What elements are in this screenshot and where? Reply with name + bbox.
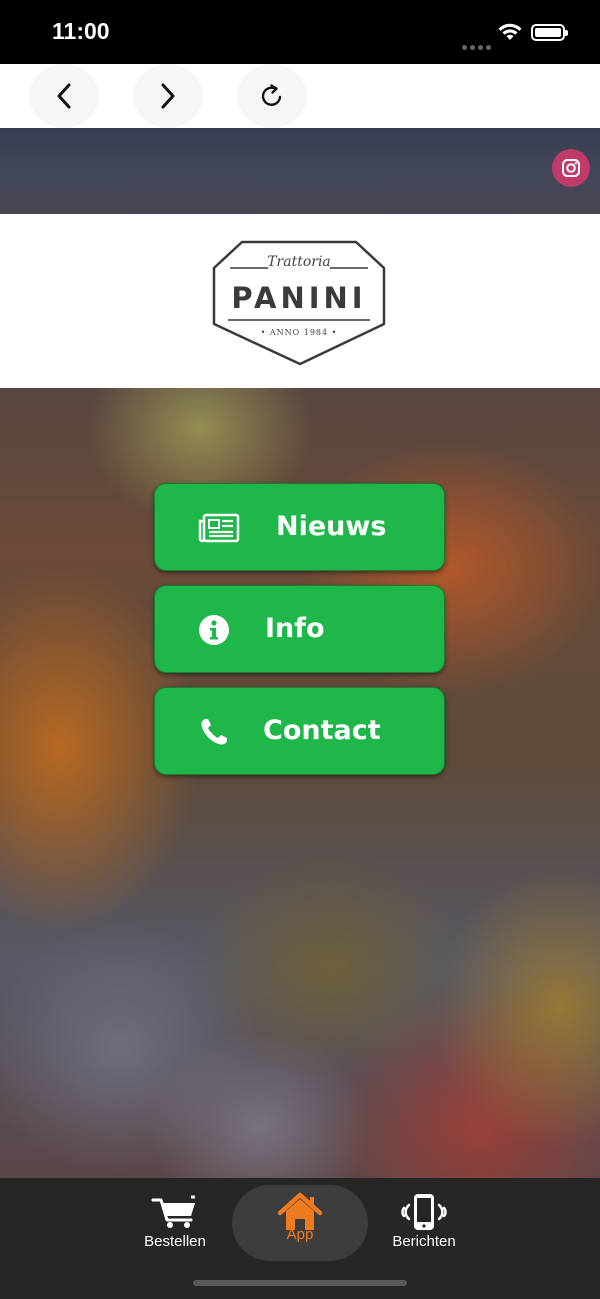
tab-label-berichten: Berichten — [392, 1233, 456, 1250]
tab-label-bestellen: Bestellen — [144, 1233, 206, 1250]
restaurant-logo[interactable]: Trattoria PANINI • ANNO 1984 • — [212, 238, 386, 366]
reload-button[interactable] — [237, 64, 307, 128]
news-label: Nieuws — [276, 511, 387, 542]
tab-bestellen[interactable]: Bestellen — [135, 1194, 215, 1284]
instagram-icon — [562, 159, 580, 177]
logo-band: Trattoria PANINI • ANNO 1984 • — [0, 214, 600, 388]
logo-script-text: Trattoria — [267, 254, 331, 270]
tab-app[interactable]: App — [260, 1192, 340, 1282]
status-bar: 11:00 — [0, 0, 600, 64]
wifi-icon — [497, 22, 523, 46]
info-label: Info — [265, 613, 325, 644]
cart-icon — [151, 1195, 195, 1228]
logo-name: PANINI — [231, 281, 367, 315]
instagram-button[interactable] — [552, 149, 590, 187]
battery-icon — [531, 24, 568, 41]
forward-button[interactable] — [133, 64, 203, 128]
info-icon — [197, 586, 231, 674]
back-button[interactable] — [29, 64, 99, 128]
reload-icon — [261, 84, 282, 106]
signal-icon — [462, 35, 494, 54]
contact-button[interactable]: Contact — [154, 687, 445, 775]
tab-berichten[interactable]: Berichten — [384, 1194, 464, 1284]
info-button[interactable]: Info — [154, 585, 445, 673]
status-time: 11:00 — [52, 18, 110, 44]
news-button[interactable]: Nieuws — [154, 483, 445, 571]
phone-icon — [197, 688, 231, 776]
back-icon — [57, 83, 71, 109]
newspaper-icon — [197, 484, 241, 572]
tab-label-app: App — [286, 1226, 314, 1243]
contact-label: Contact — [263, 715, 381, 746]
phone-vibrate-icon — [401, 1194, 447, 1230]
header-strip — [0, 128, 600, 214]
browser-nav-bar — [0, 64, 600, 128]
home-indicator[interactable] — [193, 1280, 407, 1286]
forward-icon — [161, 83, 175, 109]
logo-anno: • ANNO 1984 • — [260, 328, 338, 337]
